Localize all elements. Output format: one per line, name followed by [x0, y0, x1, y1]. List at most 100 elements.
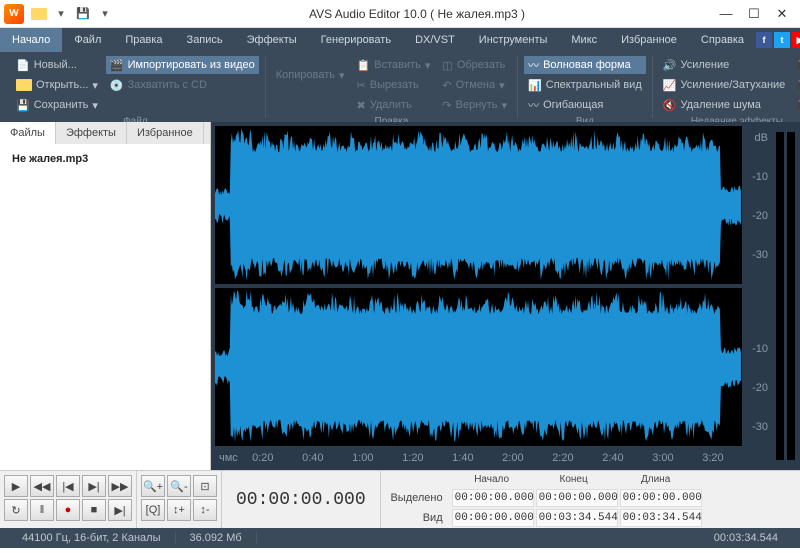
view-start[interactable]: 00:00:00.000: [452, 509, 534, 527]
folder-icon: [16, 79, 32, 91]
selection-info: Начало Конец Длина Выделено 00:00:00.000…: [381, 471, 800, 528]
menu-effects[interactable]: Эффекты: [235, 28, 309, 52]
new-button[interactable]: 📄Новый...: [12, 56, 102, 74]
menu-help[interactable]: Справка: [689, 28, 756, 52]
import-icon: 🎬: [110, 59, 124, 72]
tab-favorites[interactable]: Избранное: [127, 122, 204, 144]
amplify-button[interactable]: 🔊Усиление: [659, 56, 790, 74]
forward-button[interactable]: ▶|: [82, 475, 106, 497]
db-scale: dB-10-20-30 -10-20-30: [746, 122, 770, 470]
zoom-out-button[interactable]: 🔍-: [167, 475, 191, 497]
facebook-icon[interactable]: f: [756, 32, 772, 48]
rewind-button[interactable]: |◀: [56, 475, 80, 497]
noise-button[interactable]: 🔇Удаление шума: [659, 96, 790, 114]
waveform-view-button[interactable]: 〰Волновая форма: [524, 56, 646, 74]
envelope-view-button[interactable]: 〰Огибающая: [524, 96, 646, 114]
effect-extra-1[interactable]: ⬛: [793, 56, 800, 74]
copy-button[interactable]: Копировать▾: [272, 56, 349, 94]
side-panel: Файлы Эффекты Избранное Не жалея.mp3: [0, 122, 211, 470]
fade-icon: 📈: [663, 79, 677, 92]
status-format: 44100 Гц, 16-бит, 2 Каналы: [8, 532, 176, 544]
menu-home[interactable]: Начало: [0, 28, 62, 52]
zoom-controls: 🔍+ 🔍- ⊡ [Q] ↕+ ↕-: [137, 471, 222, 528]
crop-button[interactable]: ◫Обрезать: [438, 56, 511, 74]
next-button[interactable]: ▶▶: [108, 475, 132, 497]
waveform-area[interactable]: чмс 0:20 0:40 1:00 1:20 1:40 2:00 2:20 2…: [211, 122, 800, 470]
level-meters: [770, 122, 800, 470]
zoom-fit-button[interactable]: ⊡: [193, 475, 217, 497]
zoom-v-out-button[interactable]: ↕-: [193, 499, 217, 521]
new-icon: 📄: [16, 59, 30, 72]
save-button[interactable]: 💾Сохранить▾: [12, 96, 102, 114]
zoom-v-in-button[interactable]: ↕+: [167, 499, 191, 521]
cut-icon: ✂: [357, 79, 366, 92]
sel-start[interactable]: 00:00:00.000: [452, 489, 534, 507]
end-button[interactable]: ▶|: [108, 499, 132, 521]
record-button[interactable]: ●: [56, 499, 80, 521]
meter-right: [787, 132, 795, 460]
menu-tools[interactable]: Инструменты: [467, 28, 560, 52]
save-icon: 💾: [16, 99, 30, 112]
cut-button[interactable]: ✂Вырезать: [353, 76, 435, 94]
fade-button[interactable]: 📈Усиление/Затухание: [659, 76, 790, 94]
ribbon: 📄Новый... Открыть...▾ 💾Сохранить▾ 🎬Импор…: [0, 52, 800, 122]
effect-extra-3[interactable]: ⬛: [793, 96, 800, 114]
view-length[interactable]: 00:03:34.544: [620, 509, 702, 527]
stop-button[interactable]: ■: [82, 499, 106, 521]
youtube-icon[interactable]: ▶: [792, 32, 800, 48]
sel-length[interactable]: 00:00:00.000: [620, 489, 702, 507]
play-button[interactable]: ▶: [4, 475, 28, 497]
menu-favorites[interactable]: Избранное: [609, 28, 689, 52]
menu-record[interactable]: Запись: [175, 28, 235, 52]
delete-button[interactable]: ✖Удалить: [353, 96, 435, 114]
noise-icon: 🔇: [663, 99, 677, 112]
save-icon[interactable]: 💾: [74, 5, 92, 23]
pause-button[interactable]: ‖: [30, 499, 54, 521]
zoom-in-button[interactable]: 🔍+: [141, 475, 165, 497]
qat-more-icon[interactable]: ▾: [96, 5, 114, 23]
menu-file[interactable]: Файл: [62, 28, 113, 52]
spectral-icon: 📊: [528, 79, 542, 92]
sel-end[interactable]: 00:00:00.000: [536, 489, 618, 507]
crop-icon: ◫: [442, 59, 452, 72]
view-end[interactable]: 00:03:34.544: [536, 509, 618, 527]
tab-effects[interactable]: Эффекты: [56, 122, 127, 144]
close-button[interactable]: ✕: [768, 3, 796, 25]
loop-button[interactable]: ↻: [4, 499, 28, 521]
tab-files[interactable]: Файлы: [0, 122, 56, 144]
menu-generate[interactable]: Генерировать: [309, 28, 403, 52]
prev-button[interactable]: ◀◀: [30, 475, 54, 497]
folder-icon[interactable]: [30, 5, 48, 23]
undo-button[interactable]: ↶Отмена▾: [438, 76, 511, 94]
bottom-bar: ▶ ◀◀ |◀ ▶| ▶▶ ↻ ‖ ● ■ ▶| 🔍+ 🔍- ⊡ [Q] ↕+ …: [0, 470, 800, 528]
import-video-button[interactable]: 🎬Импортировать из видео: [106, 56, 259, 74]
file-list-item[interactable]: Не жалея.mp3: [6, 150, 204, 168]
menu-edit[interactable]: Правка: [113, 28, 174, 52]
meter-left: [776, 132, 784, 460]
waveform-icon: 〰: [528, 57, 539, 73]
waveform-left-channel[interactable]: [215, 126, 742, 284]
delete-icon: ✖: [357, 99, 366, 112]
twitter-icon[interactable]: t: [774, 32, 790, 48]
amplify-icon: 🔊: [663, 59, 677, 72]
redo-button[interactable]: ↷Вернуть▾: [438, 96, 511, 114]
paste-button[interactable]: 📋Вставить▾: [353, 56, 435, 74]
effect-extra-2[interactable]: ⬛: [793, 76, 800, 94]
timeline[interactable]: чмс 0:20 0:40 1:00 1:20 1:40 2:00 2:20 2…: [215, 450, 742, 466]
selection-label: Выделено: [381, 492, 451, 504]
qat-dropdown-icon[interactable]: ▾: [52, 5, 70, 23]
open-button[interactable]: Открыть...▾: [12, 76, 102, 94]
cd-button[interactable]: 💿Захватить с CD: [106, 76, 259, 94]
menu-mix[interactable]: Микс: [559, 28, 609, 52]
status-duration: 00:03:34.544: [700, 532, 792, 544]
spectral-view-button[interactable]: 📊Спектральный вид: [524, 76, 646, 94]
maximize-button[interactable]: ☐: [740, 3, 768, 25]
status-size: 36.092 Мб: [176, 532, 257, 544]
zoom-sel-button[interactable]: [Q]: [141, 499, 165, 521]
menu-dxvst[interactable]: DX/VST: [403, 28, 467, 52]
minimize-button[interactable]: —: [712, 3, 740, 25]
window-title: AVS Audio Editor 10.0 ( Не жалея.mp3 ): [122, 7, 712, 21]
transport-controls: ▶ ◀◀ |◀ ▶| ▶▶ ↻ ‖ ● ■ ▶|: [0, 471, 137, 528]
status-bar: 44100 Гц, 16-бит, 2 Каналы 36.092 Мб 00:…: [0, 528, 800, 548]
waveform-right-channel[interactable]: [215, 288, 742, 446]
